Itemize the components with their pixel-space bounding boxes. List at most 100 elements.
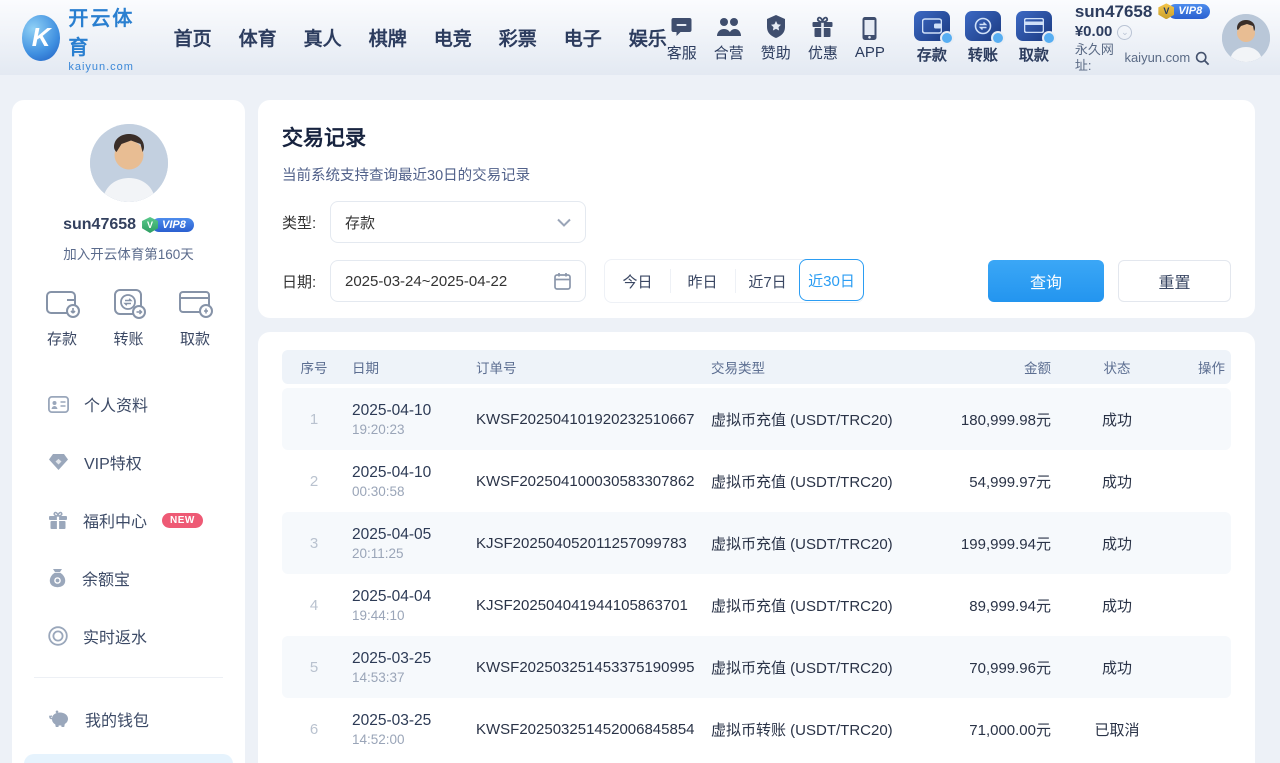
range-today-button[interactable]: 今日 [605,260,670,302]
sidebar-menu: 个人资料 VIP特权 福利中心 NEW 余额宝 实时返水 [12,375,245,763]
search-icon[interactable] [1195,51,1210,66]
quick-range-group: 今日 昨日 近7日 近30日 [604,259,864,303]
customer-service-button[interactable]: 客服 [667,12,697,63]
nav-link-esports[interactable]: 电竞 [434,24,472,51]
transactions-table: 序号 日期 订单号 交易类型 金额 状态 操作 1 2025-04-10 19:… [258,332,1255,763]
header-order: 订单号 [470,357,705,377]
sponsor-button[interactable]: 赞助 [761,12,791,63]
vip-badge: V VIP8 [1158,3,1210,19]
transfer-badge [991,31,1005,45]
type-label: 类型: [282,212,330,233]
range-yesterday-button[interactable]: 昨日 [670,260,735,302]
table-row: 1 2025-04-10 19:20:23 KWSF20250410192023… [282,388,1231,450]
nav-link-live[interactable]: 真人 [304,24,342,51]
deposit-button[interactable]: 存款 [914,11,950,65]
username: sun47658 [1075,1,1153,22]
app-download-button[interactable]: APP [855,14,885,61]
table-row: 2 2025-04-10 00:30:58 KWSF20250410003058… [282,450,1231,512]
partners-icon [716,12,742,39]
top-navbar: K 开云体育 kaiyun.com 首页 体育 真人 棋牌 电竞 彩票 电子 娱… [0,0,1280,75]
transfer-button[interactable]: 转账 [965,11,1001,65]
page-subtitle: 当前系统支持查询最近30日的交易记录 [282,164,1231,185]
reset-button[interactable]: 重置 [1118,260,1231,302]
header-status: 状态 [1057,357,1177,377]
user-avatar[interactable] [1222,14,1270,62]
filter-panel: 交易记录 当前系统支持查询最近30日的交易记录 类型: 存款 日期: 今日 昨日… [258,100,1255,318]
header-date: 日期 [346,357,470,377]
table-row: 4 2025-04-04 19:44:10 KJSF20250404194410… [282,574,1231,636]
profile-sidebar: sun47658 V VIP8 加入开云体育第160天 存款 转账 取款 [12,100,245,763]
chat-icon [669,12,694,39]
table-row: 6 2025-03-25 14:52:00 KWSF20250325145200… [282,698,1231,760]
id-card-icon [48,396,69,413]
piggy-bank-icon [48,710,70,729]
main-nav: 首页 体育 真人 棋牌 电竞 彩票 电子 娱乐 [174,24,667,51]
sidebar-item-yuebao[interactable]: 余额宝 [12,549,245,607]
gift-icon [48,511,68,530]
navbar-right: 客服 合营 赞助 优惠 APP [667,1,1270,75]
joined-days-text: 加入开云体育第160天 [12,243,245,263]
header-seq: 序号 [282,357,346,377]
rebate-target-icon [48,626,68,646]
nav-link-lottery[interactable]: 彩票 [499,24,537,51]
nav-link-entertainment[interactable]: 娱乐 [629,24,667,51]
type-select-value: 存款 [345,212,375,233]
moneybag-icon [48,568,67,588]
brand-logo[interactable]: K 开云体育 kaiyun.com [22,2,142,73]
page-title: 交易记录 [282,122,1231,152]
user-info: sun47658 V VIP8 ¥0.00 ⌄ 永久网址: kaiyun.com [1075,1,1210,75]
calendar-icon [554,272,571,290]
sidebar-username: sun47658 [63,216,136,234]
sidebar-item-wallet[interactable]: 我的钱包 [12,690,245,748]
withdraw-card-icon [1016,11,1052,41]
nav-link-slots[interactable]: 电子 [564,24,602,51]
sidebar-transfer-button[interactable]: 转账 [109,285,149,349]
range-30days-button[interactable]: 近30日 [799,259,864,301]
phone-icon [861,14,878,41]
table-header-row: 序号 日期 订单号 交易类型 金额 状态 操作 [282,350,1231,384]
deposit-wallet-icon [914,11,950,41]
money-actions: 存款 转账 取款 [914,11,1067,65]
withdraw-button[interactable]: 取款 [1016,11,1052,65]
sidebar-item-transaction-records[interactable]: 交易记录 [24,754,233,763]
sidebar-withdraw-button[interactable]: 取款 [175,285,215,349]
transfer-arrows-icon [965,11,1001,41]
range-7days-button[interactable]: 近7日 [735,260,800,302]
chevron-down-icon [557,218,571,227]
sidebar-quick-actions: 存款 转账 取款 [12,285,245,349]
sidebar-deposit-button[interactable]: 存款 [42,285,82,349]
type-select[interactable]: 存款 [330,201,586,243]
header-action: 操作 [1177,357,1231,377]
partners-button[interactable]: 合营 [714,12,744,63]
sidebar-item-profile[interactable]: 个人资料 [12,375,245,433]
date-range-input[interactable] [345,273,540,290]
table-row: 5 2025-03-25 14:53:37 KWSF20250325145337… [282,636,1231,698]
sidebar-item-welfare[interactable]: 福利中心 NEW [12,491,245,549]
card-outline-icon [175,285,215,321]
nav-link-sports[interactable]: 体育 [239,24,277,51]
new-badge: NEW [162,513,203,528]
brand-domain: kaiyun.com [68,61,141,73]
profile-avatar[interactable] [90,124,168,202]
permanent-url-label: 永久网址: [1075,42,1123,75]
type-filter-row: 类型: 存款 [282,201,1231,243]
header-type: 交易类型 [705,357,935,377]
balance-refresh-icon[interactable]: ⌄ [1117,25,1132,40]
sponsor-badge-icon [764,12,788,39]
nav-link-home[interactable]: 首页 [174,24,212,51]
permanent-url: kaiyun.com [1124,50,1190,66]
date-range-picker[interactable] [330,260,586,302]
brand-logo-icon: K [22,15,60,61]
date-label: 日期: [282,271,330,292]
sidebar-item-rebate[interactable]: 实时返水 [12,607,245,665]
search-button[interactable]: 查询 [988,260,1104,302]
gem-icon [48,453,69,471]
sidebar-vip-badge: V VIP8 [142,217,194,233]
transfer-outline-icon [109,285,149,321]
date-filter-row: 日期: 今日 昨日 近7日 近30日 查询 重置 [282,259,1231,303]
nav-link-chess[interactable]: 棋牌 [369,24,407,51]
promotions-button[interactable]: 优惠 [808,12,838,63]
sidebar-item-vip[interactable]: VIP特权 [12,433,245,491]
menu-divider [34,677,223,678]
withdraw-badge [1042,31,1056,45]
